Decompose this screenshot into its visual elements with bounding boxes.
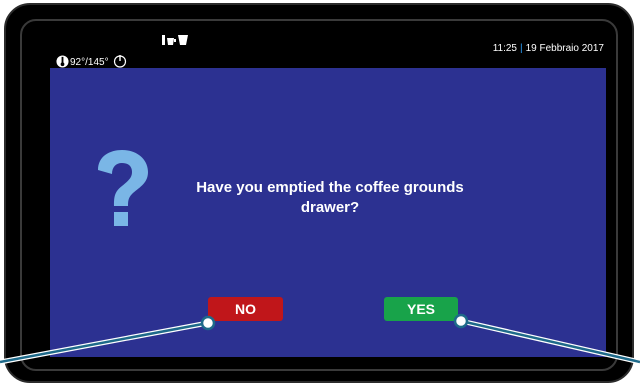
no-button[interactable]: NO <box>208 297 283 321</box>
status-bar: 92°/145° 11:25 | 19 Febbraio 2017 <box>50 28 606 68</box>
date-separator: | <box>519 43 523 54</box>
power-icon <box>113 55 126 68</box>
yes-button[interactable]: YES <box>384 297 458 321</box>
temperature-indicator: 92°/145° <box>56 48 127 68</box>
dialog-prompt: Have you emptied the coffee grounds draw… <box>196 179 464 216</box>
cups-icon <box>162 35 188 45</box>
question-mark-icon <box>98 150 148 226</box>
thermometer-icon <box>56 55 69 68</box>
date-text: 19 Febbraio 2017 <box>525 43 604 54</box>
time-text: 11:25 <box>492 43 517 54</box>
date-time: 11:25 | 19 Febbraio 2017 <box>493 43 604 54</box>
temperature-text: 92°/145° <box>70 57 109 68</box>
